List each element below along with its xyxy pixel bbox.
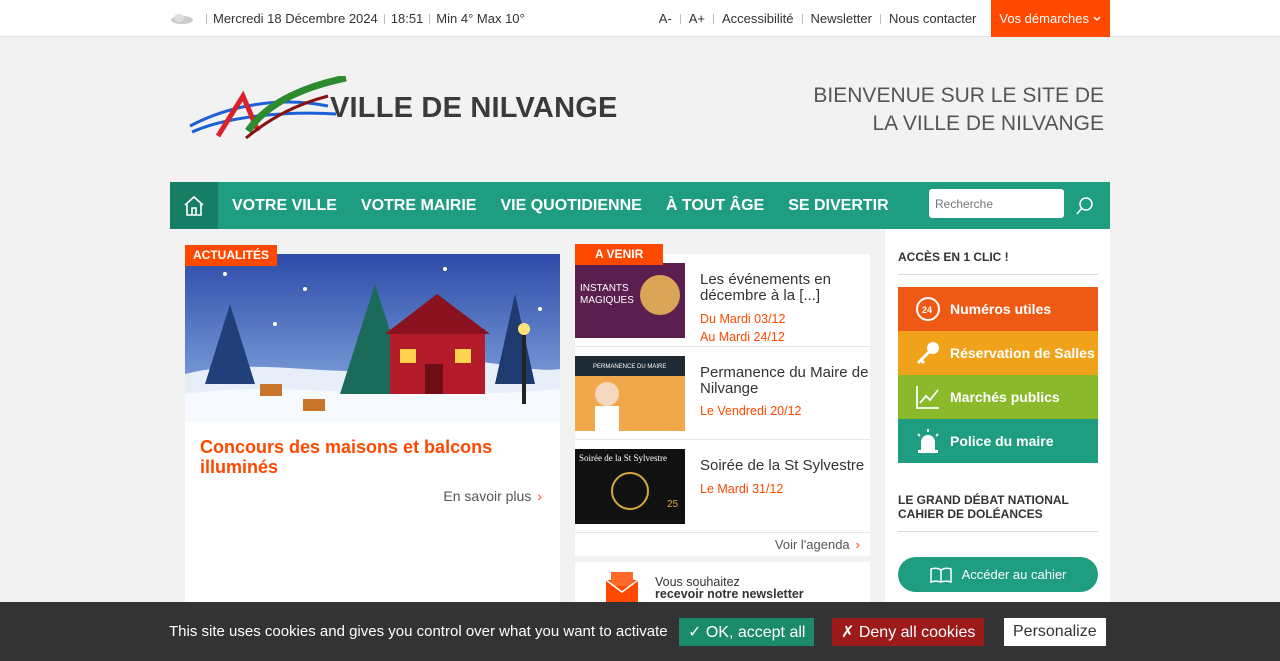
welcome-text: BIENVENUE SUR LE SITE DE LA VILLE DE NIL…: [813, 82, 1104, 138]
weather-info: Min 4° Max 10°: [436, 11, 525, 26]
top-links: A- A+ Accessibilité Newsletter Nous cont…: [654, 0, 1110, 37]
quick-link-label: Marchés publics: [950, 389, 1060, 405]
news-more-link[interactable]: En savoir plus ›: [443, 488, 542, 504]
svg-text:INSTANTS: INSTANTS: [580, 283, 629, 294]
nav-item-se-divertir[interactable]: SE DIVERTIR: [776, 197, 900, 215]
events-badge: A VENIR: [575, 244, 664, 265]
event-title[interactable]: Permanence du Maire de Nilvange: [700, 365, 870, 397]
main-nav: VOTRE VILLE VOTRE MAIRIE VIE QUOTIDIENNE…: [170, 182, 1110, 229]
quick-link-numeros-utiles[interactable]: 24 Numéros utiles: [898, 287, 1098, 331]
current-time: 18:51: [390, 11, 424, 26]
grand-debat-heading: LE GRAND DÉBAT NATIONAL CAHIER DE DOLÉAN…: [898, 493, 1098, 532]
chevron-down-icon: [1093, 16, 1101, 21]
cookie-personalize-button[interactable]: Personalize: [1004, 618, 1106, 646]
event-item[interactable]: PERMANENCE DU MAIRE Permanence du Maire …: [575, 347, 870, 440]
news-title[interactable]: Concours des maisons et balcons illuminé…: [200, 437, 520, 477]
svg-text:PERMANENCE DU MAIRE: PERMANENCE DU MAIRE: [593, 364, 666, 370]
svg-text:24: 24: [922, 305, 932, 315]
event-title[interactable]: Les événements en décembre à la [...]: [700, 272, 870, 304]
current-date: Mercredi 18 Décembre 2024: [213, 11, 378, 26]
font-decrease-link[interactable]: A-: [654, 11, 677, 26]
quick-link-label: Numéros utiles: [950, 301, 1052, 317]
news-image[interactable]: [185, 254, 560, 422]
grand-debat-line-1: LE GRAND DÉBAT NATIONAL: [898, 493, 1069, 507]
svg-text:MAGIQUES: MAGIQUES: [580, 295, 634, 306]
nav-item-vie-quotidienne[interactable]: VIE QUOTIDIENNE: [488, 197, 653, 215]
phone-icon: 24: [914, 295, 942, 323]
search-input[interactable]: [929, 189, 1064, 218]
key-icon: [914, 339, 942, 367]
nav-item-votre-ville[interactable]: VOTRE VILLE: [220, 197, 349, 215]
svg-text:25: 25: [667, 499, 679, 510]
search-icon[interactable]: [1075, 196, 1095, 216]
chevron-right-icon: ›: [537, 488, 542, 504]
city-logo-icon[interactable]: [188, 76, 348, 142]
quick-link-label: Réservation de Salles: [950, 345, 1095, 361]
event-thumbnail[interactable]: Soirée de la St Sylvestre 25: [575, 449, 685, 524]
font-increase-link[interactable]: A+: [684, 11, 710, 26]
home-button[interactable]: [170, 182, 218, 229]
agenda-link[interactable]: Voir l'agenda ›: [775, 537, 860, 552]
cookie-deny-button[interactable]: ✗ Deny all cookies: [832, 618, 985, 646]
event-date-end: Au Mardi 24/12: [700, 330, 785, 344]
event-date: Le Mardi 31/12: [700, 482, 784, 496]
event-thumbnail[interactable]: PERMANENCE DU MAIRE: [575, 356, 685, 431]
nav-item-a-tout-age[interactable]: À TOUT ÂGE: [654, 197, 776, 215]
quick-link-label: Police du maire: [950, 433, 1054, 449]
cookie-text: This site uses cookies and gives you con…: [169, 623, 668, 640]
chart-icon: [914, 383, 942, 411]
access-cahier-button[interactable]: Accéder au cahier: [898, 557, 1098, 592]
top-info: Mercredi 18 Décembre 2024 18:51 Min 4° M…: [170, 0, 525, 37]
cloud-icon: [171, 13, 193, 24]
agenda-label: Voir l'agenda: [774, 537, 850, 552]
event-title[interactable]: Soirée de la St Sylvestre: [700, 458, 870, 474]
quick-access-panel: ACCÈS EN 1 CLIC ! 24 Numéros utiles Rése…: [885, 229, 1110, 614]
cookie-banner: This site uses cookies and gives you con…: [0, 602, 1280, 661]
grand-debat-line-2: CAHIER DE DOLÉANCES: [898, 507, 1043, 521]
site-header: VILLE DE NILVANGE BIENVENUE SUR LE SITE …: [170, 38, 1110, 182]
top-bar: Mercredi 18 Décembre 2024 18:51 Min 4° M…: [0, 0, 1280, 37]
contact-link[interactable]: Nous contacter: [884, 11, 981, 26]
quick-link-marches-publics[interactable]: Marchés publics: [898, 375, 1098, 419]
cookie-accept-button[interactable]: ✓ OK, accept all: [679, 618, 815, 646]
welcome-line-1: BIENVENUE SUR LE SITE DE: [813, 84, 1104, 107]
quick-access-heading: ACCÈS EN 1 CLIC !: [898, 250, 1098, 275]
site-brand[interactable]: VILLE DE NILVANGE: [330, 92, 618, 125]
demarches-button[interactable]: Vos démarches: [991, 0, 1110, 37]
events-card: A VENIR INSTANTS MAGIQUES Les événements…: [575, 244, 870, 556]
quick-link-reservation-salles[interactable]: Réservation de Salles: [898, 331, 1098, 375]
chevron-right-icon: ›: [855, 537, 860, 552]
svg-text:Soirée de la St Sylvestre: Soirée de la St Sylvestre: [579, 453, 667, 463]
accessibility-link[interactable]: Accessibilité: [717, 11, 799, 26]
access-cahier-label: Accéder au cahier: [961, 567, 1067, 582]
welcome-line-2: LA VILLE DE NILVANGE: [872, 112, 1105, 135]
event-date-start: Du Mardi 03/12: [700, 312, 786, 326]
newsletter-link[interactable]: Newsletter: [806, 11, 877, 26]
nav-items: VOTRE VILLE VOTRE MAIRIE VIE QUOTIDIENNE…: [220, 182, 901, 229]
event-date: Le Vendredi 20/12: [700, 404, 802, 418]
mail-icon: [605, 572, 639, 602]
event-item[interactable]: Soirée de la St Sylvestre 25 Soirée de l…: [575, 440, 870, 533]
home-icon: [184, 195, 204, 216]
event-thumbnail[interactable]: INSTANTS MAGIQUES: [575, 263, 685, 338]
event-item[interactable]: INSTANTS MAGIQUES Les événements en déce…: [575, 254, 870, 347]
news-more-label: En savoir plus: [443, 488, 532, 504]
news-card[interactable]: ACTUALITÉS Concours des maisons et balco…: [185, 245, 560, 614]
quick-link-police-maire[interactable]: Police du maire: [898, 419, 1098, 463]
demarches-label: Vos démarches: [999, 11, 1089, 26]
news-badge: ACTUALITÉS: [185, 245, 277, 266]
nav-item-votre-mairie[interactable]: VOTRE MAIRIE: [349, 197, 489, 215]
newsletter-line-2: recevoir notre newsletter: [655, 587, 804, 601]
book-icon: [929, 567, 952, 583]
siren-icon: [914, 427, 942, 455]
